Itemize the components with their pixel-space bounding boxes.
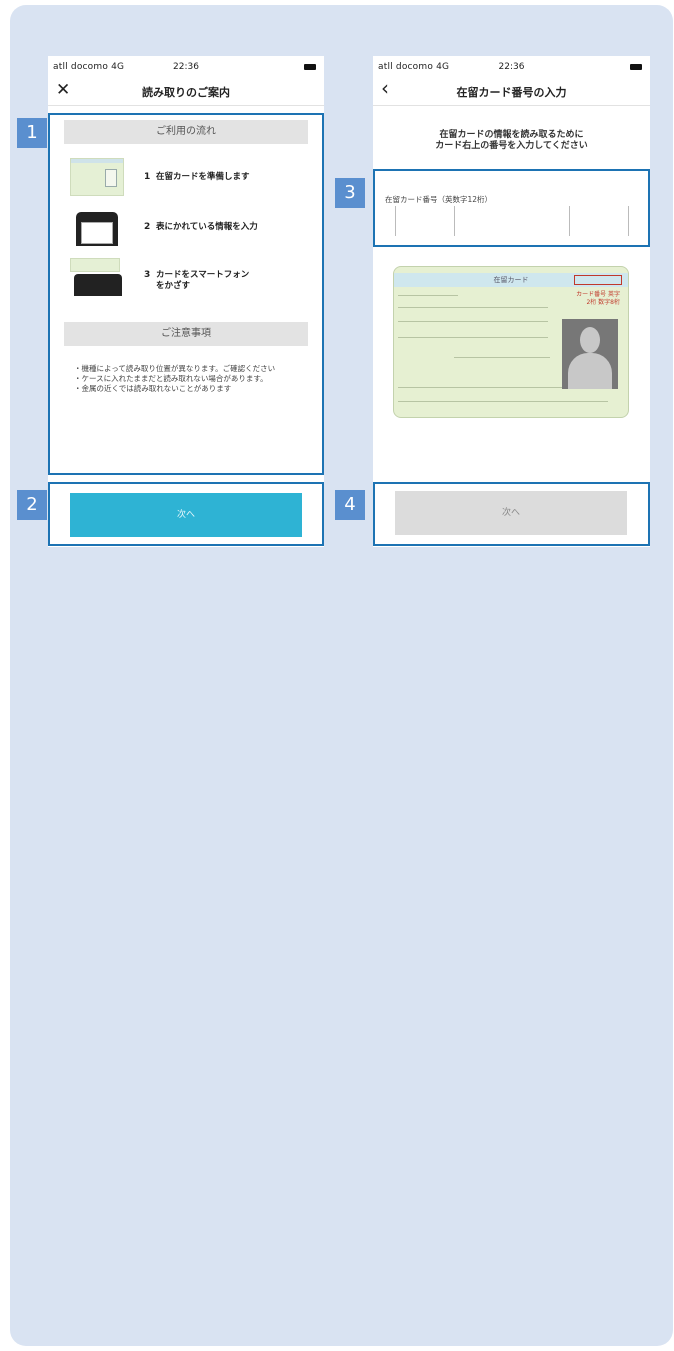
page-title: 読み取りのご案内 bbox=[142, 86, 230, 99]
status-bar: atll docomo 4G 22:36 bbox=[48, 56, 324, 76]
marker-badge: 1 bbox=[17, 118, 47, 148]
instruction-text: 在留カードの情報を読み取るために カード右上の番号を入力してください bbox=[373, 130, 650, 152]
status-bar: atll docomo 4G 22:36 bbox=[373, 56, 650, 76]
card-number-screen: atll docomo 4G 22:36 ‹ 在留カード番号の入力 在留カードの… bbox=[373, 56, 650, 547]
nav-bar: ✕ 読み取りのご案内 bbox=[48, 76, 324, 106]
highlight-box bbox=[373, 169, 650, 247]
residence-card-illustration: 在留カード カード番号 英字2桁 数字8桁 bbox=[393, 266, 629, 418]
clock: 22:36 bbox=[498, 62, 525, 72]
marker-badge: 4 bbox=[335, 490, 365, 520]
marker-badge: 3 bbox=[335, 178, 365, 208]
carrier-label: atll docomo 4G bbox=[378, 62, 450, 72]
carrier-label: atll docomo 4G bbox=[53, 62, 125, 72]
instruction-line: カード右上の番号を入力してください bbox=[435, 141, 588, 151]
nav-bar: ‹ 在留カード番号の入力 bbox=[373, 76, 650, 106]
highlight-box bbox=[48, 482, 324, 546]
marker-badge: 2 bbox=[17, 490, 47, 520]
card-number-note: カード番号 英字2桁 数字8桁 bbox=[576, 291, 620, 306]
highlight-box bbox=[373, 482, 650, 546]
highlight-box bbox=[48, 113, 324, 475]
card-number-highlight bbox=[574, 275, 622, 285]
clock: 22:36 bbox=[173, 62, 199, 72]
battery-icon bbox=[630, 64, 642, 70]
instruction-line: 在留カードの情報を読み取るために bbox=[439, 130, 584, 140]
battery-icon bbox=[304, 64, 316, 70]
page-title: 在留カード番号の入力 bbox=[456, 86, 567, 99]
